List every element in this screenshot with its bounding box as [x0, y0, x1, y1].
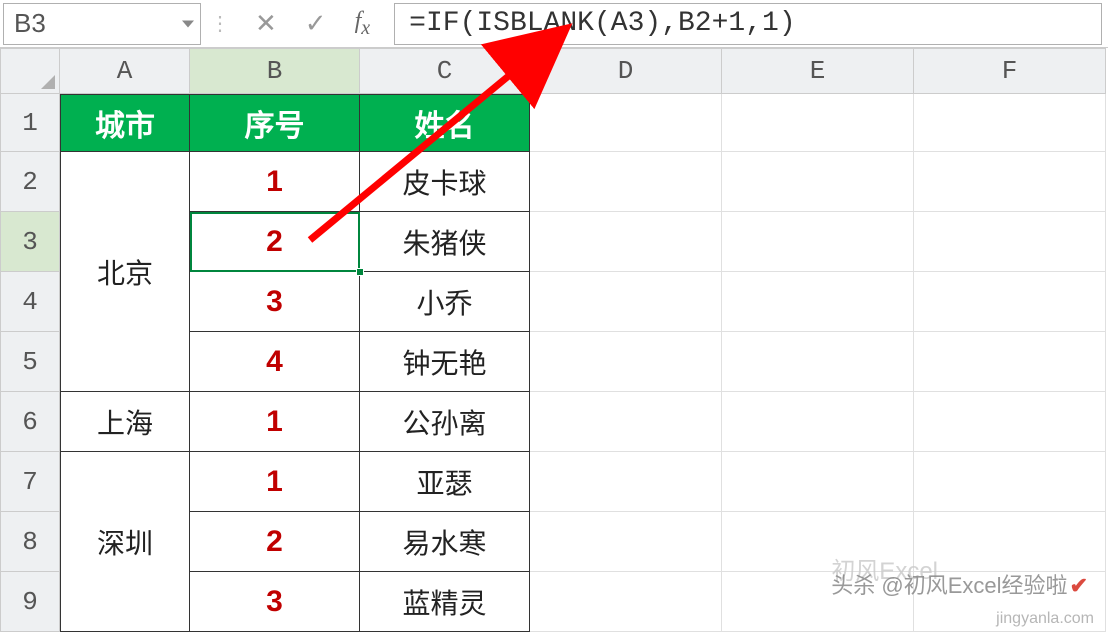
fx-icon[interactable]: fx [355, 8, 371, 40]
cell-B5[interactable]: 4 [190, 332, 360, 392]
col-header-D[interactable]: D [530, 48, 722, 94]
cell-A6[interactable]: 上海 [60, 392, 190, 452]
row-headers: 1 2 3 4 5 6 7 8 9 [0, 94, 60, 632]
formula-buttons: ✕ ✓ fx [241, 8, 384, 40]
cell-F3[interactable] [914, 212, 1106, 272]
verified-icon: ✔ [1070, 573, 1088, 599]
cell-E7[interactable] [722, 452, 914, 512]
cell-C4[interactable]: 小乔 [360, 272, 530, 332]
cancel-icon[interactable]: ✕ [255, 8, 277, 39]
row-header-1[interactable]: 1 [0, 94, 60, 152]
cell-E5[interactable] [722, 332, 914, 392]
row-header-6[interactable]: 6 [0, 392, 60, 452]
cell-B1[interactable]: 序号 [190, 94, 360, 152]
cell-D9[interactable] [530, 572, 722, 632]
formula-input[interactable]: =IF(ISBLANK(A3),B2+1,1) [394, 3, 1102, 45]
cell-F2[interactable] [914, 152, 1106, 212]
row-header-4[interactable]: 4 [0, 272, 60, 332]
col-header-E[interactable]: E [722, 48, 914, 94]
cell-E3[interactable] [722, 212, 914, 272]
cell-D3[interactable] [530, 212, 722, 272]
cell-D7[interactable] [530, 452, 722, 512]
row-header-8[interactable]: 8 [0, 512, 60, 572]
cell-B6[interactable]: 1 [190, 392, 360, 452]
cell-B9[interactable]: 3 [190, 572, 360, 632]
cell-B4[interactable]: 3 [190, 272, 360, 332]
fill-handle[interactable] [356, 268, 364, 276]
formula-bar: B3 ⋮ ✕ ✓ fx =IF(ISBLANK(A3),B2+1,1) [0, 0, 1108, 48]
cell-B2[interactable]: 1 [190, 152, 360, 212]
cell-C6[interactable]: 公孙离 [360, 392, 530, 452]
watermark-author: 头杀 @初风Excel经验啦✔ [831, 568, 1088, 600]
watermark-site: jingyanla.com [996, 610, 1094, 628]
name-box[interactable]: B3 [3, 3, 201, 45]
col-header-C[interactable]: C [360, 48, 530, 94]
enter-icon[interactable]: ✓ [305, 8, 327, 39]
cell-B7[interactable]: 1 [190, 452, 360, 512]
cell-F6[interactable] [914, 392, 1106, 452]
cell-C8[interactable]: 易水寒 [360, 512, 530, 572]
separator-dots: ⋮ [201, 11, 241, 36]
row-header-9[interactable]: 9 [0, 572, 60, 632]
column-header-row: A B C D E F [0, 48, 1108, 94]
dropdown-icon[interactable] [182, 20, 194, 27]
grid-body: 1 2 3 4 5 6 7 8 9 城市 序号 姓名 北京 1 皮卡球 [0, 94, 1108, 632]
cell-E4[interactable] [722, 272, 914, 332]
cell-E6[interactable] [722, 392, 914, 452]
cell-D2[interactable] [530, 152, 722, 212]
name-box-value: B3 [14, 8, 46, 39]
formula-text: =IF(ISBLANK(A3),B2+1,1) [409, 8, 795, 39]
cell-F1[interactable] [914, 94, 1106, 152]
cell-C2[interactable]: 皮卡球 [360, 152, 530, 212]
cell-D8[interactable] [530, 512, 722, 572]
cell-C1[interactable]: 姓名 [360, 94, 530, 152]
cell-A7-merged[interactable]: 深圳 [60, 452, 190, 632]
cell-F4[interactable] [914, 272, 1106, 332]
cell-D1[interactable] [530, 94, 722, 152]
cell-F7[interactable] [914, 452, 1106, 512]
cell-C3[interactable]: 朱猪侠 [360, 212, 530, 272]
cell-A2-merged[interactable]: 北京 [60, 152, 190, 392]
row-header-5[interactable]: 5 [0, 332, 60, 392]
cell-E1[interactable] [722, 94, 914, 152]
cell-F5[interactable] [914, 332, 1106, 392]
cell-C7[interactable]: 亚瑟 [360, 452, 530, 512]
col-header-F[interactable]: F [914, 48, 1106, 94]
row-header-7[interactable]: 7 [0, 452, 60, 512]
col-header-B[interactable]: B [190, 48, 360, 94]
cell-D4[interactable] [530, 272, 722, 332]
cell-A1[interactable]: 城市 [60, 94, 190, 152]
row-header-2[interactable]: 2 [0, 152, 60, 212]
cell-C9[interactable]: 蓝精灵 [360, 572, 530, 632]
row-header-3[interactable]: 3 [0, 212, 60, 272]
col-header-A[interactable]: A [60, 48, 190, 94]
cell-D5[interactable] [530, 332, 722, 392]
cell-F8[interactable] [914, 512, 1106, 572]
select-all-corner[interactable] [0, 48, 60, 94]
cell-E2[interactable] [722, 152, 914, 212]
cell-D6[interactable] [530, 392, 722, 452]
cell-C5[interactable]: 钟无艳 [360, 332, 530, 392]
cell-B8[interactable]: 2 [190, 512, 360, 572]
cells-area: 城市 序号 姓名 北京 1 皮卡球 2 朱猪侠 [60, 94, 1106, 632]
cell-B3[interactable]: 2 [190, 212, 360, 272]
